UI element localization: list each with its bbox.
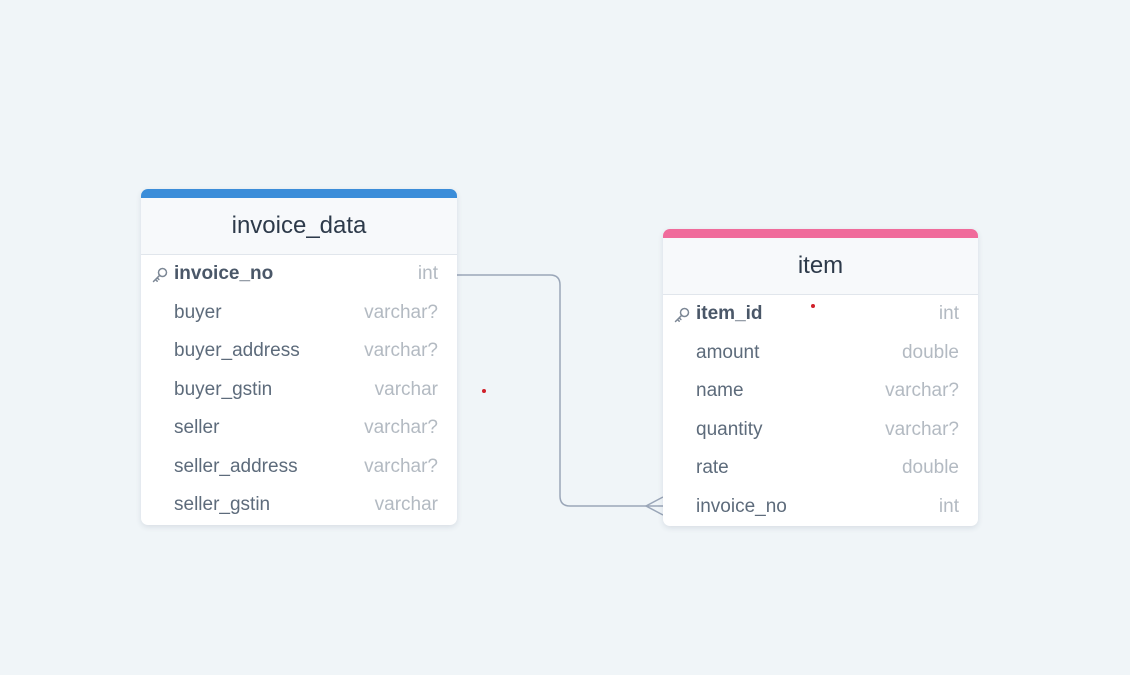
column-row[interactable]: quantity varchar?: [663, 411, 978, 450]
table-accent-bar: [141, 189, 457, 198]
column-type: double: [901, 341, 959, 363]
column-row[interactable]: name varchar?: [663, 372, 978, 411]
column-type: varchar: [374, 378, 438, 400]
column-row[interactable]: buyer_address varchar?: [141, 332, 457, 371]
key-icon: [673, 306, 691, 324]
column-name: rate: [696, 457, 729, 479]
column-row[interactable]: amount double: [663, 334, 978, 373]
crow-foot-icon: [644, 496, 664, 516]
column-name: buyer: [174, 301, 222, 323]
column-row[interactable]: seller varchar?: [141, 409, 457, 448]
table-invoice-data[interactable]: invoice_data invoice_no int buyer varchar? b…: [141, 189, 457, 525]
column-name: seller: [174, 417, 220, 439]
column-list: item_id int amount double name varchar? quanti…: [663, 295, 978, 526]
table-title[interactable]: invoice_data: [141, 198, 457, 255]
column-row[interactable]: seller_gstin varchar: [141, 486, 457, 525]
column-row[interactable]: buyer varchar?: [141, 294, 457, 333]
key-icon: [151, 266, 169, 284]
column-list: invoice_no int buyer varchar? buyer_address v…: [141, 255, 457, 525]
column-name: seller_gstin: [174, 494, 271, 516]
column-name: invoice_no: [696, 495, 787, 517]
column-type: varchar?: [364, 417, 438, 439]
column-type: varchar?: [885, 418, 959, 440]
column-name: invoice_no: [174, 263, 274, 285]
column-name: name: [696, 380, 744, 402]
relationship-line[interactable]: [457, 274, 663, 507]
table-accent-bar: [663, 229, 978, 238]
column-row[interactable]: item_id int: [663, 295, 978, 334]
column-type: double: [901, 457, 959, 479]
column-name: amount: [696, 341, 760, 363]
marker-dot: [811, 304, 815, 308]
column-type: varchar?: [364, 301, 438, 323]
column-name: quantity: [696, 418, 763, 440]
table-item[interactable]: item item_id int amount double name varchar? q…: [663, 229, 978, 526]
column-name: buyer_address: [174, 340, 300, 362]
column-type: varchar?: [364, 455, 438, 477]
column-type: int: [417, 263, 438, 285]
column-row[interactable]: seller_address varchar?: [141, 448, 457, 487]
column-type: varchar?: [885, 380, 959, 402]
column-row[interactable]: invoice_no int: [663, 488, 978, 527]
column-type: int: [938, 303, 959, 325]
column-type: varchar?: [364, 340, 438, 362]
diagram-canvas[interactable]: invoice_data invoice_no int buyer varchar? b…: [0, 0, 1130, 675]
column-name: buyer_gstin: [174, 378, 273, 400]
column-name: seller_address: [174, 455, 298, 477]
column-type: varchar: [374, 494, 438, 516]
column-row[interactable]: rate double: [663, 449, 978, 488]
marker-dot: [482, 389, 486, 393]
column-name: item_id: [696, 303, 763, 325]
column-row[interactable]: invoice_no int: [141, 255, 457, 294]
table-title[interactable]: item: [663, 238, 978, 295]
column-type: int: [938, 495, 959, 517]
column-row[interactable]: buyer_gstin varchar: [141, 371, 457, 410]
